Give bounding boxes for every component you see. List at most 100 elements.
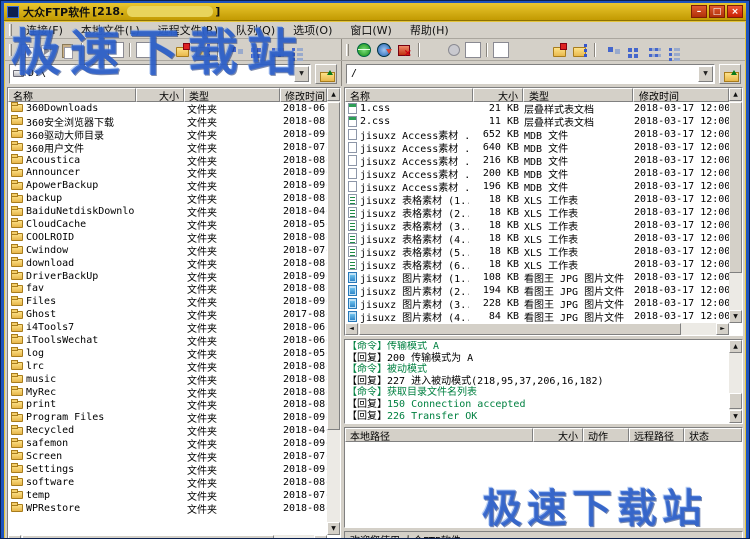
view-list-icon[interactable] bbox=[264, 41, 282, 59]
delete-icon[interactable] bbox=[511, 41, 529, 59]
local-file-row[interactable]: BaiduNetdiskDownload文件夹2018-04- bbox=[8, 205, 327, 218]
remote-path-combo[interactable]: / ▼ bbox=[346, 64, 715, 84]
local-file-row[interactable]: CloudCache文件夹2018-05- bbox=[8, 218, 327, 231]
menu-remote-files[interactable]: 远程文件(R) bbox=[149, 21, 227, 39]
scroll-thumb[interactable] bbox=[729, 393, 742, 409]
local-file-row[interactable]: print文件夹2018-08- bbox=[8, 398, 327, 411]
scroll-thumb[interactable] bbox=[359, 323, 681, 335]
scroll-thumb[interactable] bbox=[22, 535, 274, 539]
column-header-4[interactable]: 修改时间 bbox=[280, 88, 327, 102]
local-file-row[interactable]: Recycled文件夹2018-04- bbox=[8, 424, 327, 437]
new-folder-icon[interactable] bbox=[174, 41, 192, 59]
menu-grip[interactable] bbox=[9, 24, 12, 36]
column-header-2[interactable]: 大小 bbox=[533, 428, 583, 442]
scroll-down-icon[interactable]: ▼ bbox=[327, 522, 340, 535]
refresh-icon[interactable] bbox=[108, 42, 124, 58]
scroll-thumb[interactable] bbox=[729, 102, 742, 273]
local-path-combo[interactable]: D:\ ▼ bbox=[9, 64, 311, 84]
scroll-track[interactable] bbox=[327, 101, 340, 522]
scroll-left-icon[interactable]: ◄ bbox=[8, 535, 21, 539]
local-file-row[interactable]: Files文件夹2018-09- bbox=[8, 295, 327, 308]
maximize-button[interactable]: □ bbox=[709, 5, 725, 18]
local-file-row[interactable]: backup文件夹2018-08- bbox=[8, 192, 327, 205]
scroll-left-icon[interactable]: ◄ bbox=[345, 323, 358, 335]
local-vertical-scrollbar[interactable]: ▲ ▼ bbox=[327, 88, 340, 535]
local-file-row[interactable]: lrc文件夹2018-08- bbox=[8, 360, 327, 373]
column-header-4[interactable]: 远程路径 bbox=[629, 428, 684, 442]
folder-tree-icon[interactable] bbox=[571, 41, 589, 59]
scroll-right-icon[interactable]: ► bbox=[314, 535, 327, 539]
local-file-row[interactable]: temp文件夹2018-07- bbox=[8, 489, 327, 502]
folder-tree-icon[interactable] bbox=[194, 41, 212, 59]
scroll-track[interactable] bbox=[358, 323, 716, 335]
local-path-dropdown-icon[interactable]: ▼ bbox=[294, 66, 309, 82]
local-file-row[interactable]: i4Tools7文件夹2018-06- bbox=[8, 321, 327, 334]
view-large-icon[interactable] bbox=[601, 41, 619, 59]
local-file-row[interactable]: MyRec文件夹2018-08- bbox=[8, 386, 327, 399]
view-details-icon[interactable] bbox=[661, 41, 679, 59]
scroll-up-icon[interactable]: ▲ bbox=[729, 340, 742, 353]
column-header-1[interactable]: 本地路径 bbox=[345, 428, 533, 442]
column-header-3[interactable]: 动作 bbox=[583, 428, 629, 442]
rename-icon[interactable] bbox=[493, 42, 509, 58]
view-tiles-icon[interactable] bbox=[244, 41, 262, 59]
local-file-row[interactable]: WPRestore文件夹2018-08- bbox=[8, 502, 327, 515]
view-tiles-icon[interactable] bbox=[621, 41, 639, 59]
view-list-icon[interactable] bbox=[641, 41, 659, 59]
paste-icon[interactable] bbox=[58, 41, 76, 59]
refresh-icon[interactable] bbox=[465, 42, 481, 58]
menu-options[interactable]: 选项(O) bbox=[284, 21, 341, 39]
toolbar-grip[interactable] bbox=[346, 44, 349, 56]
local-file-row[interactable]: Screen文件夹2018-07- bbox=[8, 450, 327, 463]
column-header-4[interactable]: 修改时间 bbox=[633, 88, 729, 102]
close-button[interactable]: × bbox=[727, 5, 743, 18]
column-header-1[interactable]: 名称 bbox=[345, 88, 473, 102]
menu-local-files[interactable]: 本地文件(L) bbox=[72, 21, 149, 39]
abort-icon[interactable] bbox=[445, 41, 463, 59]
menu-window[interactable]: 窗口(W) bbox=[341, 21, 400, 39]
remote-path-dropdown-icon[interactable]: ▼ bbox=[698, 66, 713, 82]
local-file-row[interactable]: ApowerBackup文件夹2018-09- bbox=[8, 179, 327, 192]
local-file-row[interactable]: safemon文件夹2018-09- bbox=[8, 437, 327, 450]
local-file-row[interactable]: iToolsWechat文件夹2018-06- bbox=[8, 334, 327, 347]
transfer-icon[interactable] bbox=[88, 41, 106, 59]
local-file-row[interactable]: software文件夹2018-08- bbox=[8, 476, 327, 489]
copy-icon[interactable] bbox=[18, 41, 36, 59]
new-folder-icon[interactable] bbox=[551, 41, 569, 59]
column-header-2[interactable]: 大小 bbox=[136, 88, 184, 102]
minimize-button[interactable]: – bbox=[691, 5, 707, 18]
delete-icon[interactable] bbox=[154, 41, 172, 59]
local-up-directory-button[interactable] bbox=[315, 64, 337, 84]
menu-queue[interactable]: 队列(Q) bbox=[227, 21, 284, 39]
local-path-value[interactable]: D:\ bbox=[24, 68, 294, 79]
connect-icon[interactable] bbox=[355, 41, 373, 59]
column-header-5[interactable]: 状态 bbox=[684, 428, 742, 442]
scroll-down-icon[interactable]: ▼ bbox=[729, 410, 742, 423]
upload-icon[interactable] bbox=[531, 41, 549, 59]
transfer-icon[interactable] bbox=[425, 41, 443, 59]
scroll-track[interactable] bbox=[729, 101, 742, 310]
column-header-3[interactable]: 类型 bbox=[184, 88, 280, 102]
remote-vertical-scrollbar[interactable]: ▲ ▼ bbox=[729, 88, 742, 323]
column-header-2[interactable]: 大小 bbox=[473, 88, 523, 102]
scroll-track[interactable] bbox=[21, 535, 314, 539]
scroll-right-icon[interactable]: ► bbox=[716, 323, 729, 335]
view-large-icon[interactable] bbox=[224, 41, 242, 59]
scroll-up-icon[interactable]: ▲ bbox=[327, 88, 340, 101]
local-file-row[interactable]: log文件夹2018-05- bbox=[8, 347, 327, 360]
rename-icon[interactable] bbox=[136, 42, 152, 58]
local-file-row[interactable]: music文件夹2018-08- bbox=[8, 373, 327, 386]
local-file-row[interactable]: Cwindow文件夹2018-07- bbox=[8, 244, 327, 257]
view-details-icon[interactable] bbox=[284, 41, 302, 59]
menu-help[interactable]: 帮助(H) bbox=[401, 21, 458, 39]
toolbar-grip[interactable] bbox=[9, 44, 12, 56]
local-file-row[interactable]: Settings文件夹2018-09- bbox=[8, 463, 327, 476]
scroll-down-icon[interactable]: ▼ bbox=[729, 310, 742, 323]
scroll-up-icon[interactable]: ▲ bbox=[729, 88, 742, 101]
local-file-row[interactable]: Acoustica文件夹2018-08- bbox=[8, 154, 327, 167]
menu-connect[interactable]: 连接(F) bbox=[17, 21, 72, 39]
log-vertical-scrollbar[interactable]: ▲ ▼ bbox=[729, 340, 742, 423]
remote-path-value[interactable]: / bbox=[347, 68, 698, 79]
local-horizontal-scrollbar[interactable]: ◄ ► bbox=[8, 535, 327, 539]
column-header-1[interactable]: 名称 bbox=[8, 88, 136, 102]
